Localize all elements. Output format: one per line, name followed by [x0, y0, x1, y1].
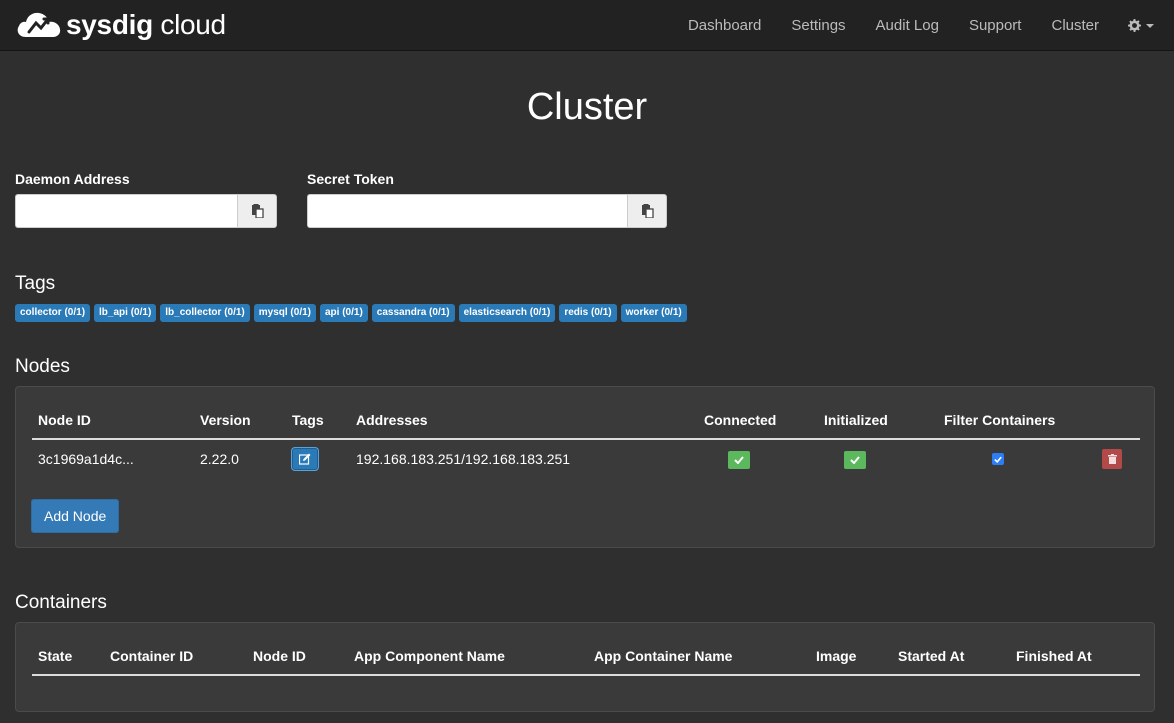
secret-token-label: Secret Token — [307, 171, 394, 187]
header-divider — [32, 438, 1140, 440]
col-version: Version — [200, 412, 251, 428]
copy-secret-token-button[interactable] — [627, 194, 667, 228]
col-app-component-name: App Component Name — [354, 648, 505, 664]
tag-list: collector (0/1) lb_api (0/1) lb_collecto… — [15, 304, 687, 322]
edit-tags-button[interactable] — [292, 448, 318, 470]
check-icon — [850, 456, 860, 464]
connected-status — [728, 451, 750, 469]
page-title: Cluster — [526, 86, 648, 128]
brand-logo[interactable]: sysdig cloud — [14, 8, 226, 42]
col-tags: Tags — [292, 412, 324, 428]
check-icon — [734, 456, 744, 464]
col-finished-at: Finished At — [1016, 648, 1092, 664]
col-node-id: Node ID — [253, 648, 306, 664]
nav-dashboard[interactable]: Dashboard — [673, 17, 776, 34]
check-icon — [994, 456, 1002, 463]
nav-links: Dashboard Settings Audit Log Support Clu… — [673, 0, 1174, 51]
daemon-address-group — [15, 194, 277, 228]
secret-token-group — [307, 194, 667, 228]
tag-redis[interactable]: redis (0/1) — [559, 304, 617, 322]
col-started-at: Started At — [898, 648, 965, 664]
tag-lb-collector[interactable]: lb_collector (0/1) — [160, 304, 250, 322]
version-cell: 2.22.0 — [200, 451, 239, 467]
edit-icon — [299, 453, 311, 465]
tag-elasticsearch[interactable]: elasticsearch (0/1) — [458, 304, 556, 322]
daemon-address-label: Daemon Address — [15, 171, 130, 187]
top-navbar: sysdig cloud Dashboard Settings Audit Lo… — [0, 0, 1174, 51]
col-app-container-name: App Container Name — [594, 648, 733, 664]
clipboard-icon — [251, 204, 264, 218]
clipboard-icon — [641, 204, 654, 218]
tag-mysql[interactable]: mysql (0/1) — [253, 304, 316, 322]
col-node-id: Node ID — [38, 412, 91, 428]
secret-token-input[interactable] — [307, 194, 627, 228]
nav-support[interactable]: Support — [954, 17, 1037, 34]
gear-icon — [1128, 19, 1141, 32]
chevron-down-icon — [1146, 23, 1154, 28]
col-connected: Connected — [704, 412, 777, 428]
col-container-id: Container ID — [110, 648, 194, 664]
addresses-cell: 192.168.183.251/192.168.183.251 — [356, 451, 571, 467]
nav-settings[interactable]: Settings — [776, 17, 860, 34]
add-node-button[interactable]: Add Node — [31, 499, 120, 533]
daemon-address-input[interactable] — [15, 194, 237, 228]
tag-cassandra[interactable]: cassandra (0/1) — [371, 304, 455, 322]
tag-collector[interactable]: collector (0/1) — [15, 304, 91, 322]
settings-dropdown[interactable] — [1114, 19, 1174, 32]
trash-icon — [1107, 454, 1117, 464]
filter-containers-checkbox[interactable] — [992, 453, 1004, 465]
header-divider — [32, 674, 1140, 676]
initialized-status — [844, 451, 866, 469]
delete-node-button[interactable] — [1102, 449, 1122, 469]
containers-panel: State Container ID Node ID App Component… — [15, 622, 1155, 712]
tag-worker[interactable]: worker (0/1) — [620, 304, 687, 322]
nav-cluster[interactable]: Cluster — [1036, 17, 1114, 34]
nav-audit-log[interactable]: Audit Log — [861, 17, 954, 34]
col-addresses: Addresses — [356, 412, 428, 428]
nodes-panel: Node ID Version Tags Addresses Connected… — [15, 386, 1155, 548]
col-initialized: Initialized — [824, 412, 888, 428]
col-image: Image — [816, 648, 857, 664]
copy-daemon-address-button[interactable] — [237, 194, 277, 228]
node-id-cell[interactable]: 3c1969a1d4c... — [38, 451, 134, 467]
containers-heading: Containers — [15, 592, 107, 613]
nodes-heading: Nodes — [15, 356, 70, 377]
col-state: State — [38, 648, 73, 664]
cloud-logo-icon — [17, 12, 61, 38]
brand-name: sysdig cloud — [66, 9, 226, 40]
tag-api[interactable]: api (0/1) — [320, 304, 368, 322]
col-filter-containers: Filter Containers — [944, 412, 1056, 428]
tag-lb-api[interactable]: lb_api (0/1) — [94, 304, 157, 322]
tags-heading: Tags — [15, 273, 56, 294]
